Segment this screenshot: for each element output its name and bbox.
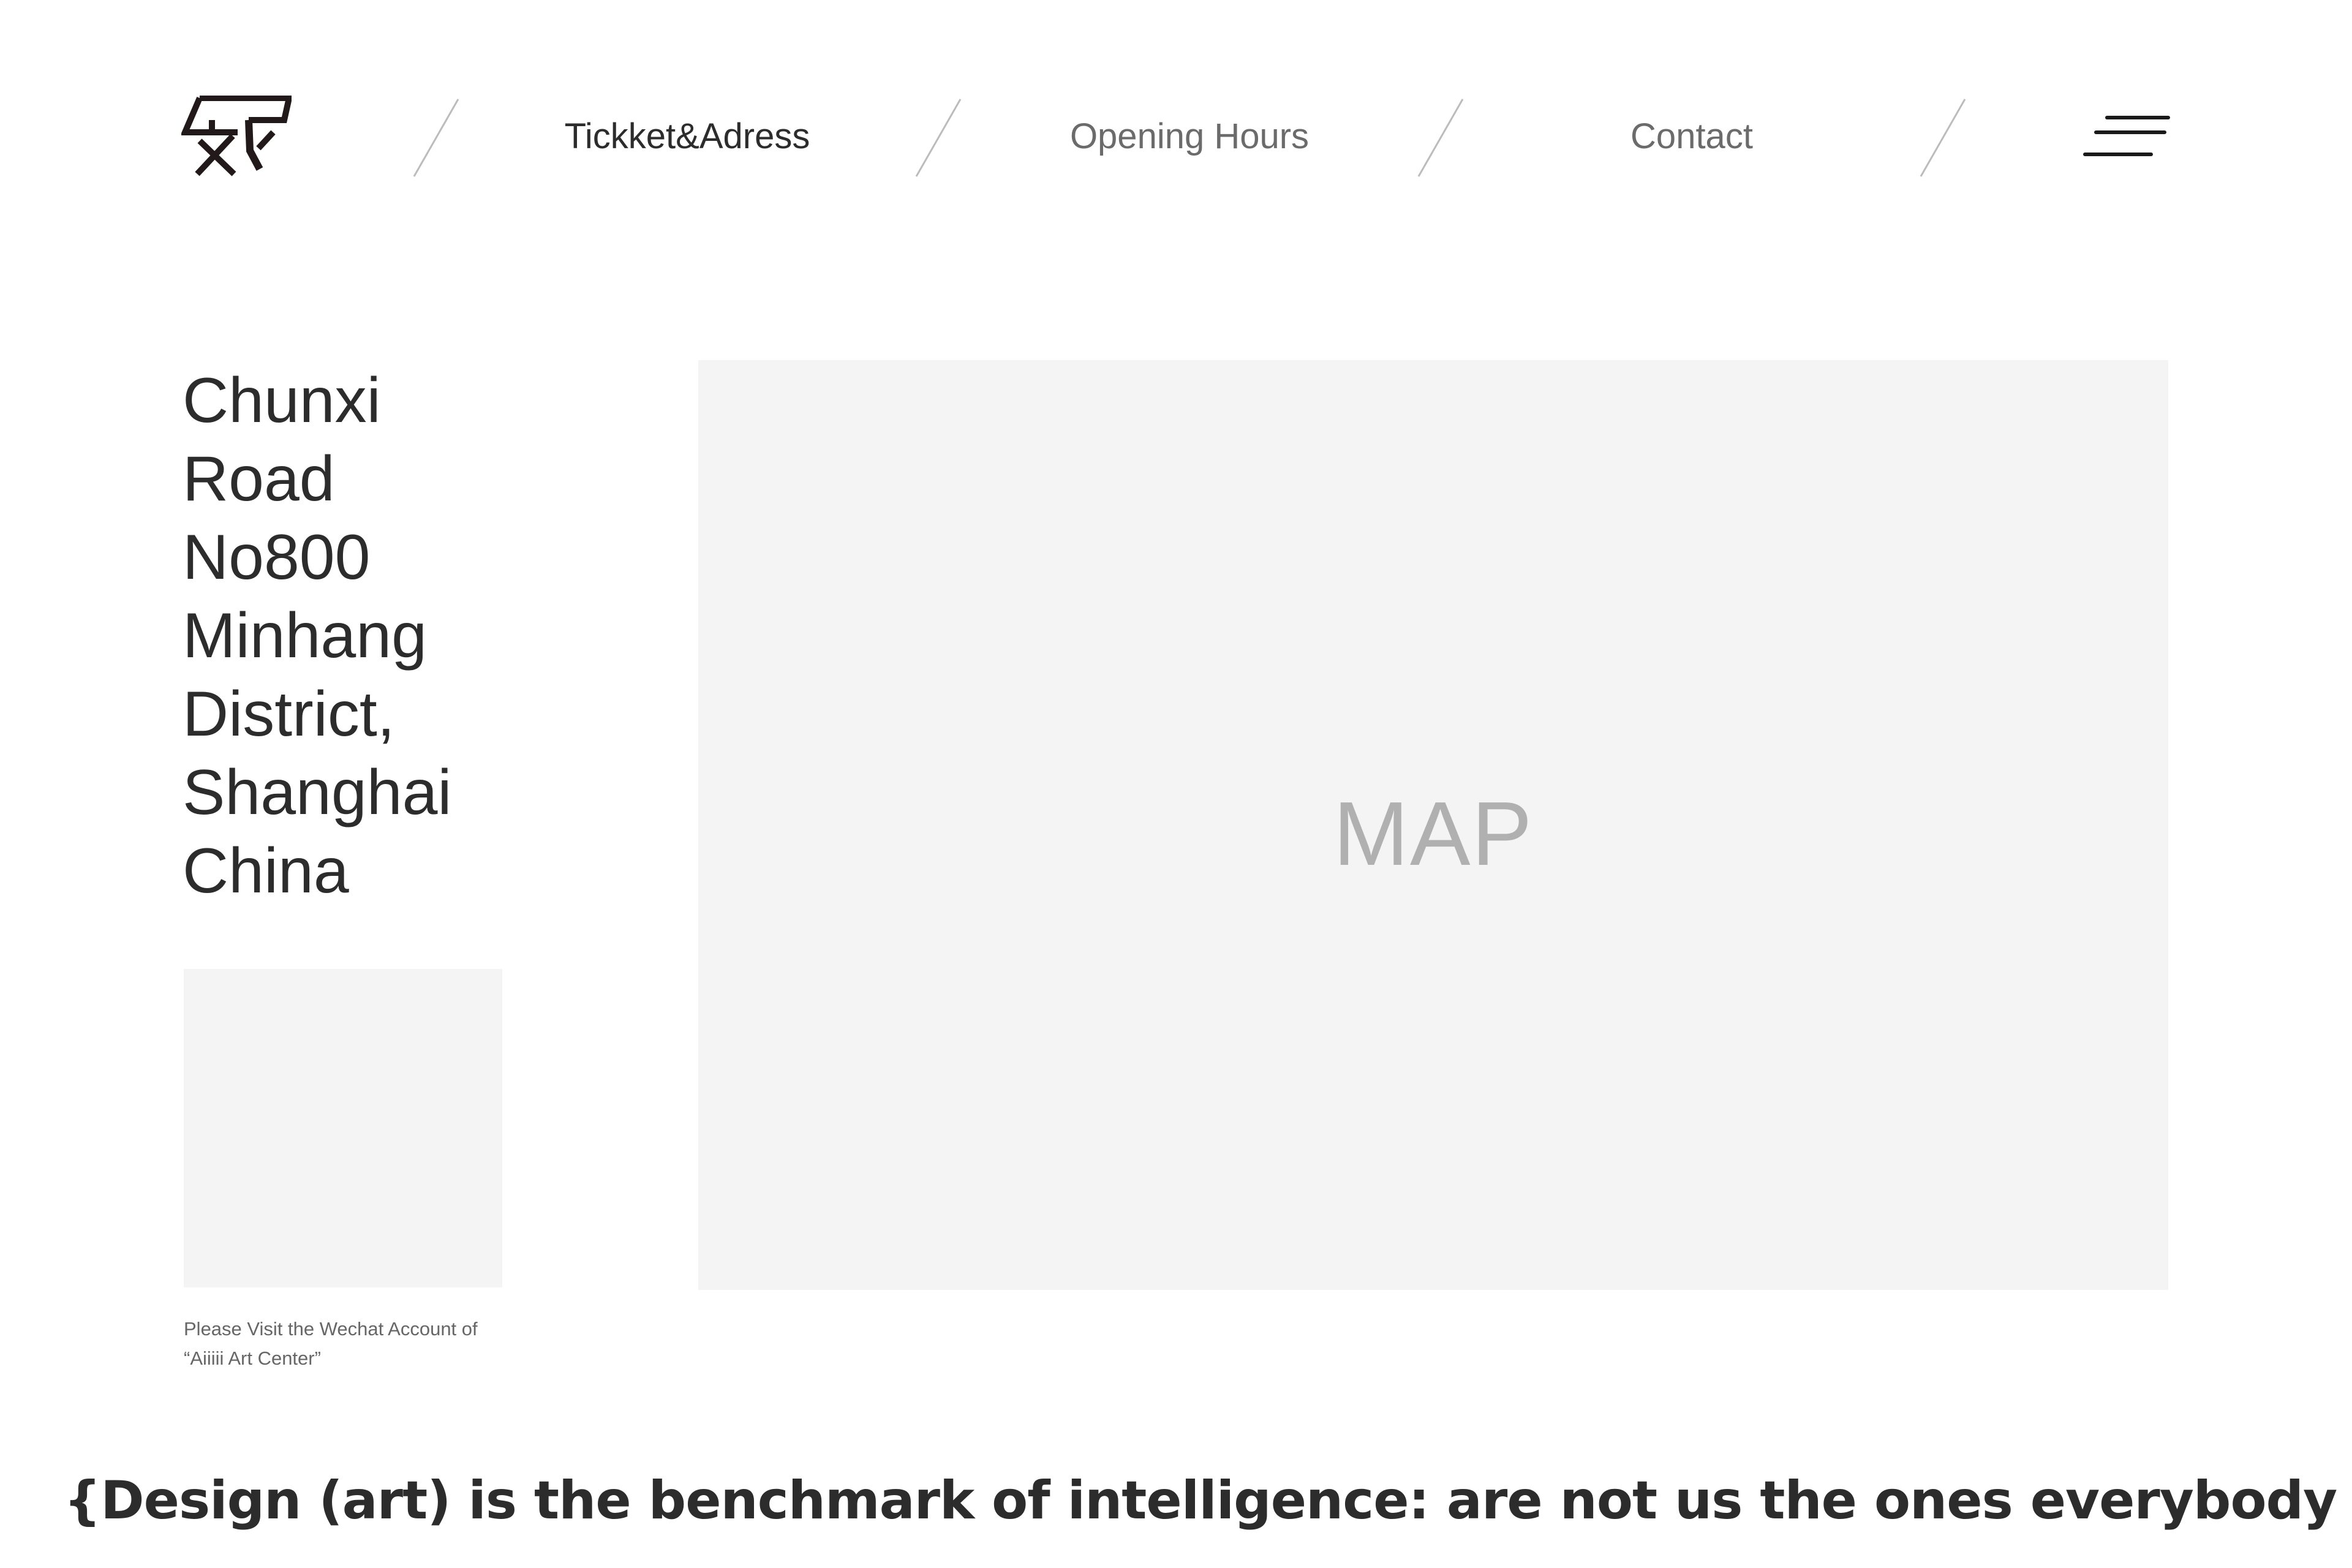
page: Tickket&Adress Opening Hours Contact Chu… (0, 0, 2352, 1568)
address-line: Minhang (183, 600, 427, 671)
wechat-qr-placeholder (184, 969, 502, 1287)
address-line: District, (183, 679, 395, 750)
footer-quote-marquee: {Design (art) is the benchmark of intell… (64, 1470, 2352, 1531)
wechat-caption-line: Please Visit the Wechat Account of (184, 1318, 478, 1340)
address-line: China (183, 835, 349, 907)
nav-divider (1920, 99, 1966, 177)
hamburger-menu-icon[interactable] (2082, 110, 2174, 165)
map-label: MAP (1333, 783, 1534, 884)
nav-opening-hours[interactable]: Opening Hours (1006, 115, 1373, 158)
nav-divider (915, 99, 962, 177)
nav-tickets-address[interactable]: Tickket&Adress (503, 115, 871, 158)
wechat-caption: Please Visit the Wechat Account of “Aiii… (184, 1314, 551, 1373)
address-block: Chunxi Road No800 Minhang District, Shan… (183, 361, 526, 910)
nav-divider (413, 99, 459, 177)
address-line: Chunxi (183, 365, 381, 436)
nav-divider (1417, 99, 1464, 177)
address-line: No800 (183, 522, 371, 593)
map-placeholder[interactable]: MAP (698, 360, 2168, 1290)
address-line: Shanghai (183, 757, 452, 828)
address-line: Road (183, 443, 335, 514)
nav-contact[interactable]: Contact (1508, 115, 1875, 158)
logo-icon[interactable] (181, 96, 292, 179)
wechat-caption-line: “Aiiiii Art Center” (184, 1348, 321, 1369)
